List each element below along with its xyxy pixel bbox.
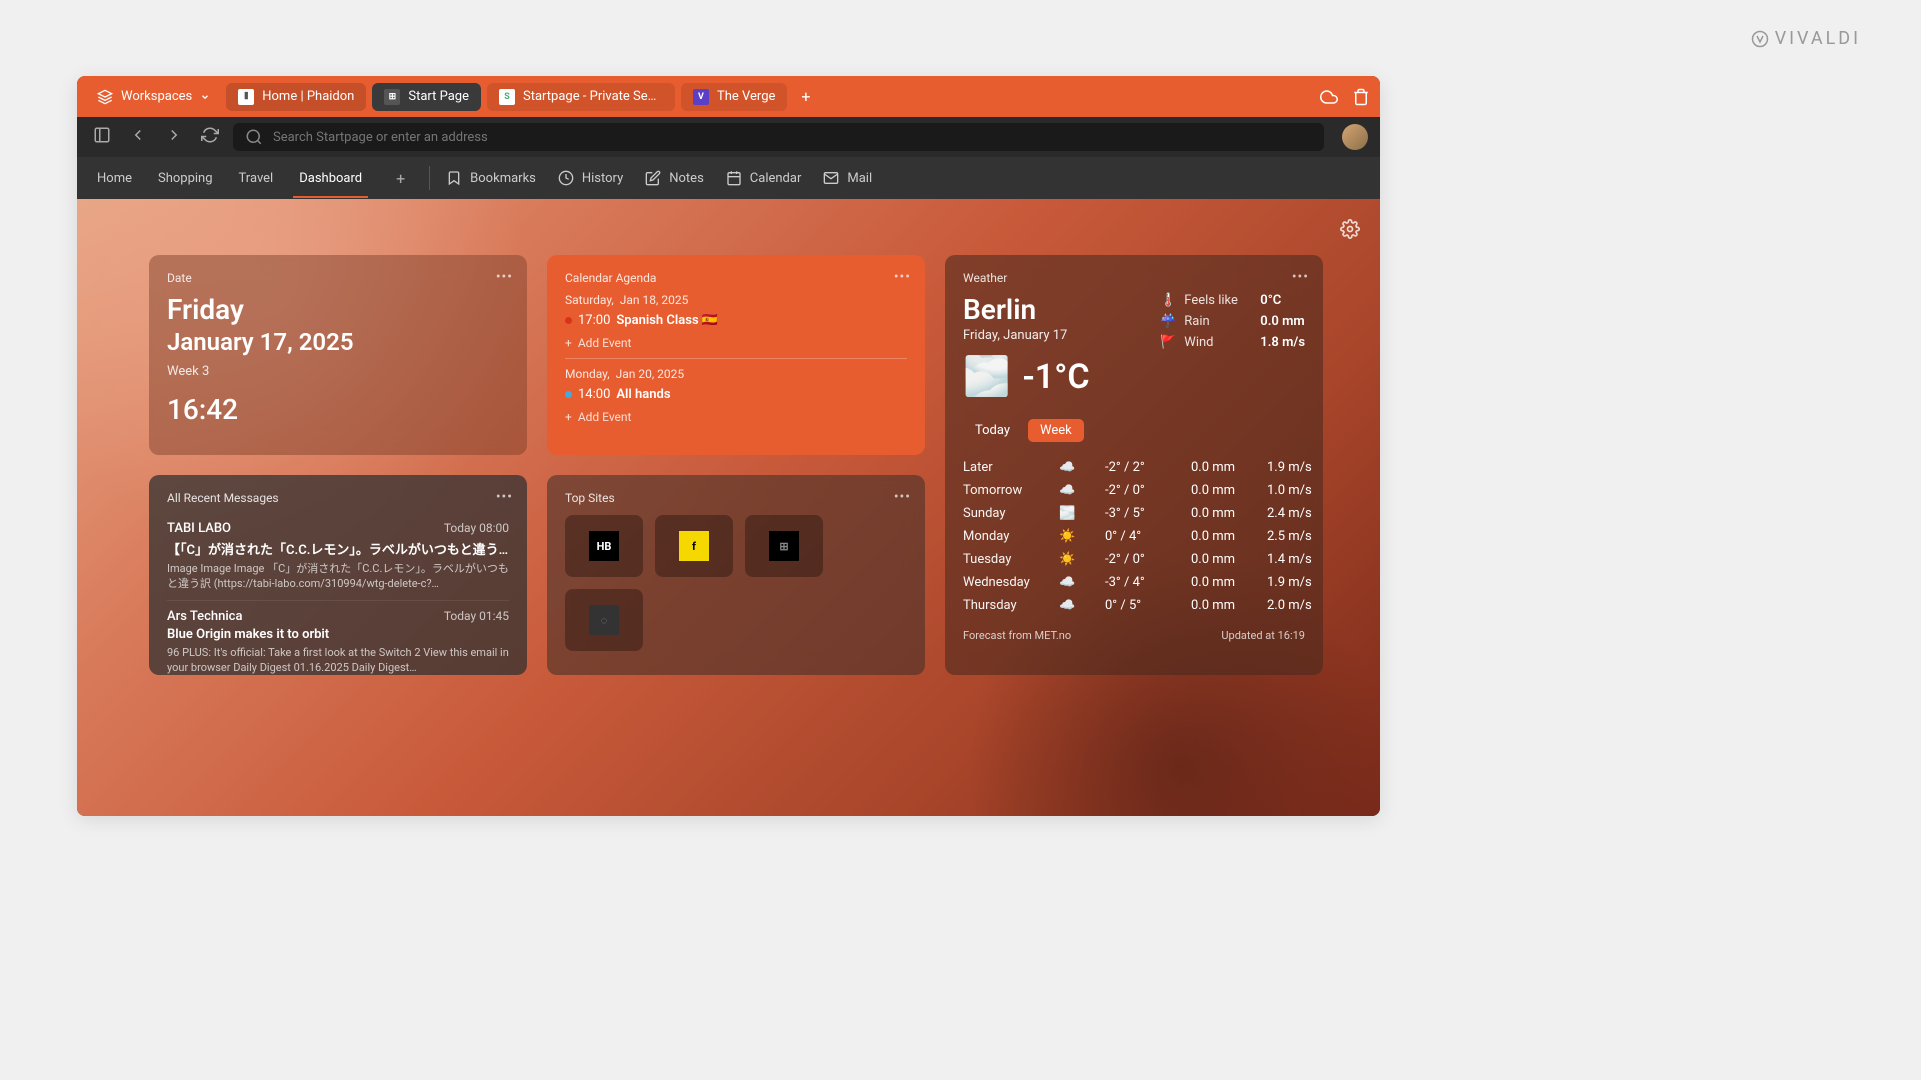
weather-temp: -1°C (1022, 357, 1089, 397)
forecast-row: Tuesday☀️-2° / 0°0.0 mm1.4 m/s (963, 548, 1305, 571)
weather-city: Berlin (963, 293, 1090, 326)
tab-verge[interactable]: V The Verge (681, 83, 787, 111)
forecast-source: Forecast from MET.no (963, 629, 1071, 642)
site-tile[interactable]: ◌ (565, 589, 643, 651)
site-tile[interactable]: f (655, 515, 733, 577)
menu-history[interactable]: History (558, 170, 623, 186)
forecast-row: Later☁️-2° / 2°0.0 mm1.9 m/s (963, 456, 1305, 479)
tab-phaidon[interactable]: ⦀ Home | Phaidon (226, 83, 366, 111)
notes-icon (645, 170, 661, 186)
tab-bar: Workspaces ⦀ Home | Phaidon ⊞ Start Page… (77, 76, 1380, 117)
widget-title: Top Sites (565, 491, 907, 505)
weather-stat: 🌡️Feels like0°C (1160, 293, 1305, 308)
settings-button[interactable] (1340, 219, 1360, 243)
weather-widget: Weather ••• Berlin Friday, January 17 🌫️… (945, 255, 1323, 675)
forecast-updated: Updated at 16:19 (1221, 629, 1305, 642)
weather-today-button[interactable]: Today (963, 419, 1022, 442)
weather-week-button[interactable]: Week (1028, 419, 1084, 442)
forecast-row: Monday☀️0° / 4°0.0 mm2.5 m/s (963, 525, 1305, 548)
mail-icon (823, 170, 839, 186)
site-tile[interactable]: ⊞ (745, 515, 823, 577)
calendar-icon (726, 170, 742, 186)
calendar-date: Monday,Jan 20, 2025 (565, 367, 907, 381)
weather-stat: 🚩Wind1.8 m/s (1160, 335, 1305, 350)
address-field[interactable] (233, 123, 1324, 151)
calendar-widget: Calendar Agenda ••• Saturday,Jan 18, 202… (547, 255, 925, 455)
forecast-row: Thursday☁️0° / 5°0.0 mm2.0 m/s (963, 594, 1305, 617)
date-full: January 17, 2025 (167, 328, 509, 356)
menu-divider (429, 166, 430, 190)
topsites-widget: Top Sites ••• HBf⊞ ◌ (547, 475, 925, 675)
tab-startpage-search[interactable]: S Startpage - Private Search (487, 83, 675, 111)
panel-toggle-button[interactable] (89, 122, 115, 152)
menu-bookmarks[interactable]: Bookmarks (446, 170, 536, 186)
site-tile[interactable]: HB (565, 515, 643, 577)
calendar-event[interactable]: 14:00 All hands (565, 387, 907, 402)
message-item[interactable]: Ars TechnicaToday 01:45Blue Origin makes… (167, 600, 509, 684)
forecast-row: Wednesday☁️-3° / 4°0.0 mm1.9 m/s (963, 571, 1305, 594)
weather-icon: 🌫️ (963, 355, 1010, 399)
date-day: Friday (167, 293, 509, 326)
forward-button[interactable] (161, 122, 187, 152)
sync-icon[interactable] (1320, 88, 1338, 106)
dashboard-content: Date ••• Friday January 17, 2025 Week 3 … (77, 199, 1380, 816)
workspaces-button[interactable]: Workspaces (87, 85, 220, 109)
widget-menu-button[interactable]: ••• (496, 269, 513, 285)
widget-menu-button[interactable]: ••• (496, 489, 513, 505)
profile-avatar[interactable] (1342, 124, 1368, 150)
menu-calendar[interactable]: Calendar (726, 170, 802, 186)
address-input[interactable] (273, 130, 1312, 145)
menu-home[interactable]: Home (97, 159, 132, 198)
calendar-date: Saturday,Jan 18, 2025 (565, 293, 907, 307)
add-event-button[interactable]: +Add Event (565, 410, 907, 424)
bookmark-icon (446, 170, 462, 186)
menu-dashboard[interactable]: Dashboard (299, 159, 362, 198)
widget-menu-button[interactable]: ••• (894, 269, 911, 285)
widget-title: Calendar Agenda (565, 271, 907, 285)
widget-menu-button[interactable]: ••• (1292, 269, 1309, 285)
weather-date: Friday, January 17 (963, 328, 1090, 343)
date-week: Week 3 (167, 364, 509, 379)
browser-window: Workspaces ⦀ Home | Phaidon ⊞ Start Page… (77, 76, 1380, 816)
vivaldi-logo: VIVALDI (1751, 28, 1861, 49)
add-group-button[interactable]: + (388, 169, 413, 188)
date-widget: Date ••• Friday January 17, 2025 Week 3 … (149, 255, 527, 455)
trash-icon[interactable] (1352, 88, 1370, 106)
menu-travel[interactable]: Travel (239, 159, 274, 198)
menu-mail[interactable]: Mail (823, 170, 872, 186)
speed-dial-menu: Home Shopping Travel Dashboard + Bookmar… (77, 157, 1380, 199)
forecast-row: Sunday🌫️-3° / 5°0.0 mm2.4 m/s (963, 502, 1305, 525)
menu-notes[interactable]: Notes (645, 170, 704, 186)
address-bar (77, 117, 1380, 157)
history-icon (558, 170, 574, 186)
widget-title: Weather (963, 271, 1305, 285)
messages-widget: All Recent Messages ••• TABI LABOToday 0… (149, 475, 527, 675)
tab-startpage[interactable]: ⊞ Start Page (372, 83, 481, 111)
weather-stat: ☔Rain0.0 mm (1160, 314, 1305, 329)
calendar-event[interactable]: 17:00 Spanish Class 🇪🇸 (565, 313, 907, 328)
widget-title: All Recent Messages (167, 491, 509, 505)
reload-button[interactable] (197, 122, 223, 152)
menu-shopping[interactable]: Shopping (158, 159, 213, 198)
message-item[interactable]: TABI LABOToday 08:00【「C」が消された「C.C.レモン」。ラ… (167, 513, 509, 600)
search-icon (245, 128, 263, 146)
new-tab-button[interactable]: + (793, 83, 818, 110)
widget-menu-button[interactable]: ••• (894, 489, 911, 505)
widget-title: Date (167, 271, 509, 285)
forecast-row: Tomorrow☁️-2° / 0°0.0 mm1.0 m/s (963, 479, 1305, 502)
add-event-button[interactable]: +Add Event (565, 336, 907, 350)
back-button[interactable] (125, 122, 151, 152)
date-time: 16:42 (167, 393, 509, 426)
